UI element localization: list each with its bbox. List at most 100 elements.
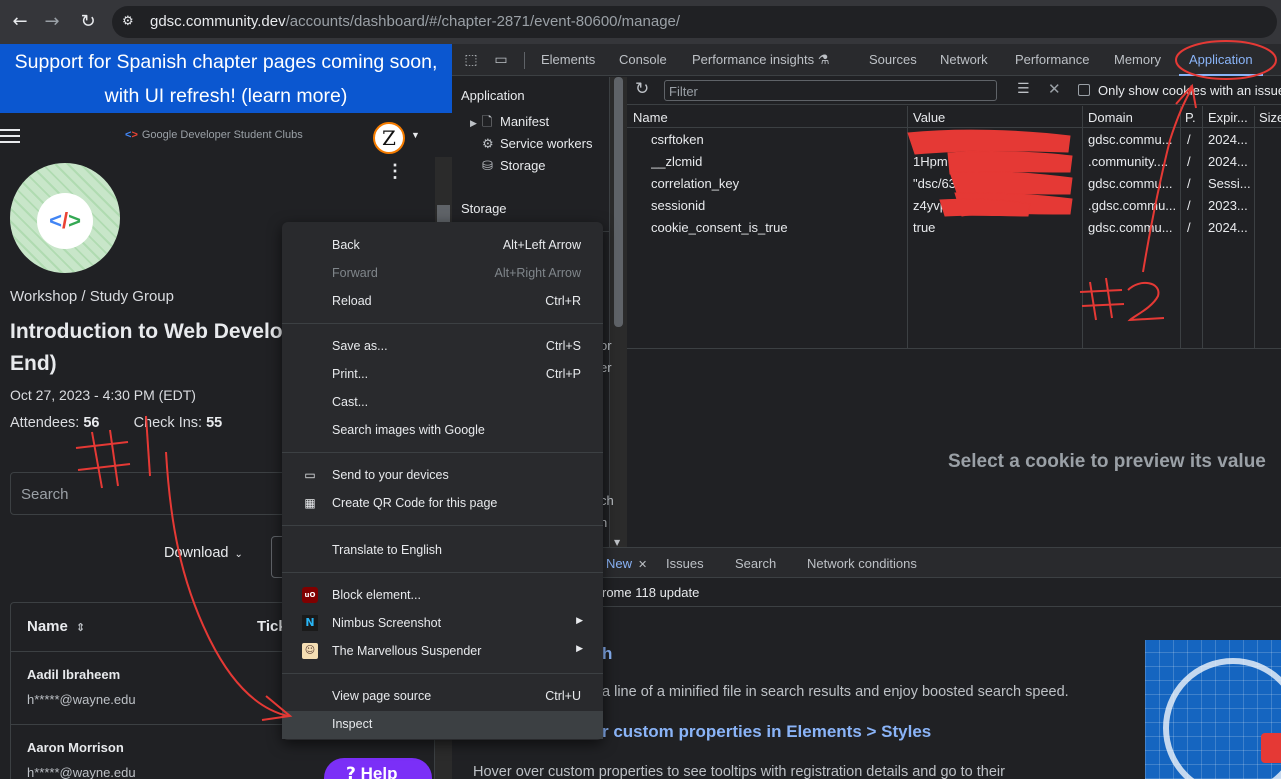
menu-item-cast[interactable]: Cast...	[282, 389, 603, 417]
close-icon[interactable]: ✕	[1048, 80, 1061, 98]
table-row[interactable]: cookie_consent_is_true true gdsc.commu... /…	[627, 216, 1281, 238]
table-row[interactable]: csrftoken Tsr gdsc.commu.../2024...	[627, 128, 1281, 150]
menu-item-marvellous-suspender[interactable]: ☺ The Marvellous Suspender ▶	[282, 638, 603, 666]
context-menu: Back Alt+Left Arrow Forward Alt+Right Arro…	[282, 222, 603, 740]
event-type: Workshop / Study Group	[10, 288, 174, 305]
tab-application[interactable]: Application	[1189, 52, 1253, 67]
tab-console[interactable]: Console	[619, 52, 667, 67]
tab-network[interactable]: Network	[940, 52, 988, 67]
menu-item-send-to-devices[interactable]: ▭ Send to your devices	[282, 462, 603, 490]
sidebar-scrollbar[interactable]: ▼	[610, 77, 627, 547]
only-issues-label[interactable]: Only show cookies with an issue	[1098, 83, 1281, 98]
column-header-name[interactable]: Name	[633, 110, 668, 125]
search-field[interactable]	[10, 472, 300, 515]
site-info-icon[interactable]: ⚙	[122, 14, 138, 30]
tab-sources[interactable]: Sources	[869, 52, 917, 67]
announcement-banner[interactable]: Support for Spanish chapter pages coming…	[0, 44, 452, 113]
whats-new-paragraph-2: Hover over custom properties to see tool…	[473, 764, 1005, 779]
whats-new-heading-2[interactable]: r custom properties in Elements > Styles	[602, 722, 931, 742]
column-header-expires[interactable]: Expir...	[1208, 110, 1252, 125]
send-to-devices-icon: ▭	[304, 468, 316, 482]
menu-item-reload[interactable]: Reload Ctrl+R	[282, 288, 603, 316]
reload-icon[interactable]: ↻	[76, 10, 100, 34]
attendee-name: Aadil Ibraheem	[27, 667, 121, 682]
column-header-path[interactable]: P.	[1185, 110, 1200, 125]
only-issues-checkbox[interactable]	[1078, 84, 1090, 96]
site-header: <> Google Developer Student Clubs Z ▼	[0, 113, 435, 160]
marvellous-suspender-icon: ☺	[302, 643, 318, 659]
gdsc-logo[interactable]: <> Google Developer Student Clubs	[125, 129, 303, 141]
tab-issues[interactable]: Issues	[666, 556, 704, 571]
device-toolbar-icon[interactable]: ▭	[492, 51, 510, 69]
gear-icon: ⚙	[482, 137, 494, 152]
refresh-icon[interactable]: ↻	[635, 79, 649, 99]
back-icon[interactable]: ←	[8, 10, 32, 34]
address-bar[interactable]: ⚙ gdsc.community.dev/accounts/dashboard/…	[112, 6, 1277, 38]
url-text[interactable]: gdsc.community.dev/accounts/dashboard/#/…	[150, 13, 680, 30]
event-counts: Attendees: 56 Check Ins: 55	[10, 415, 223, 431]
screen: ← → ↻ ⚙ gdsc.community.dev/accounts/dash…	[0, 0, 1281, 779]
nimbus-icon: N	[302, 615, 318, 631]
close-icon: ✕	[638, 558, 648, 571]
tab-network-conditions[interactable]: Network conditions	[807, 556, 917, 571]
tab-whats-new[interactable]: New ✕	[606, 556, 647, 571]
column-header-size[interactable]: Size	[1259, 110, 1281, 125]
name-column-header[interactable]: Name ⇕	[27, 618, 85, 635]
help-button[interactable]: ? Help	[324, 758, 432, 779]
menu-item-create-qr[interactable]: ▦ Create QR Code for this page	[282, 490, 603, 518]
search-input[interactable]	[21, 484, 281, 504]
menu-item-inspect[interactable]: Inspect	[282, 711, 603, 739]
banner-line-2[interactable]: with UI refresh! (learn more)	[0, 79, 452, 113]
table-row[interactable]: __zlcmid 1Hpm .community..../2024...	[627, 150, 1281, 172]
tab-elements[interactable]: Elements	[541, 52, 595, 67]
column-header-value[interactable]: Value	[913, 110, 945, 125]
chevron-down-icon[interactable]: ▼	[411, 130, 420, 140]
filter-input[interactable]	[669, 83, 989, 99]
sidebar-item-storage[interactable]: ⛁ Storage	[470, 158, 546, 174]
event-date: Oct 27, 2023 - 4:30 PM (EDT)	[10, 387, 196, 403]
menu-item-forward[interactable]: Forward Alt+Right Arrow	[282, 260, 603, 288]
more-options-icon[interactable]: ⋮	[386, 162, 404, 180]
tab-memory[interactable]: Memory	[1114, 52, 1161, 67]
tab-performance[interactable]: Performance	[1015, 52, 1089, 67]
menu-item-back[interactable]: Back Alt+Left Arrow	[282, 232, 603, 260]
sidebar-heading-storage: Storage	[461, 201, 507, 216]
sidebar-item-service-workers[interactable]: ⚙ Service workers	[470, 136, 592, 152]
forward-icon[interactable]: →	[40, 10, 64, 34]
attendee-name: Aaron Morrison	[27, 740, 124, 755]
menu-item-nimbus[interactable]: N Nimbus Screenshot ▶	[282, 610, 603, 638]
hamburger-menu-icon[interactable]	[0, 129, 20, 143]
file-icon: 🗋	[482, 115, 493, 130]
whats-new-heading-1[interactable]: h	[602, 644, 612, 664]
sidebar-item-manifest[interactable]: ▶ 🗋 Manifest	[470, 113, 549, 135]
submenu-arrow-icon: ▶	[576, 616, 583, 626]
cookie-table: Name Value Domain P. Expir... Size csrft…	[627, 106, 1281, 348]
browser-toolbar: ← → ↻ ⚙ gdsc.community.dev/accounts/dash…	[0, 0, 1281, 44]
cookies-pane: ↻ ☰ ✕ Only show cookies with an issue Na…	[627, 77, 1281, 547]
menu-item-search-images[interactable]: Search images with Google	[282, 417, 603, 445]
attendee-email: h*****@wayne.edu	[27, 765, 136, 779]
filter-field[interactable]	[664, 80, 997, 101]
banner-line-1: Support for Spanish chapter pages coming…	[14, 51, 438, 73]
cookie-filter-bar: ↻ ☰ ✕ Only show cookies with an issue	[627, 77, 1281, 105]
chrome-update-illustration	[1145, 640, 1281, 779]
tab-search[interactable]: Search	[735, 556, 776, 571]
menu-item-view-source[interactable]: View page source Ctrl+U	[282, 683, 603, 711]
menu-item-translate[interactable]: Translate to English	[282, 537, 603, 565]
download-button[interactable]: Download ⌄	[164, 545, 243, 561]
menu-item-print[interactable]: Print... Ctrl+P	[282, 361, 603, 389]
sort-icon: ⇕	[75, 621, 86, 634]
inspect-element-icon[interactable]: ⬚	[462, 51, 480, 69]
whats-new-paragraph-1: a line of a minified file in search resu…	[602, 684, 1069, 700]
tab-performance-insights[interactable]: Performance insights ⚗	[692, 52, 829, 68]
clear-filtered-icon[interactable]: ☰	[1017, 81, 1030, 97]
sidebar-heading-application: Application	[461, 88, 525, 103]
table-row[interactable]: sessionid z4yvp .gdsc.commu.../2023...	[627, 194, 1281, 216]
avatar[interactable]: Z	[373, 122, 405, 154]
menu-item-save-as[interactable]: Save as... Ctrl+S	[282, 333, 603, 361]
table-row[interactable]: correlation_key "dsc/63 gdsc.commu... / Sess…	[627, 172, 1281, 194]
cookie-table-header: Name Value Domain P. Expir... Size	[627, 106, 1281, 128]
menu-item-block-element[interactable]: uO Block element...	[282, 582, 603, 610]
column-header-domain[interactable]: Domain	[1088, 110, 1133, 125]
event-title: Introduction to Web Develo End)	[10, 320, 283, 375]
